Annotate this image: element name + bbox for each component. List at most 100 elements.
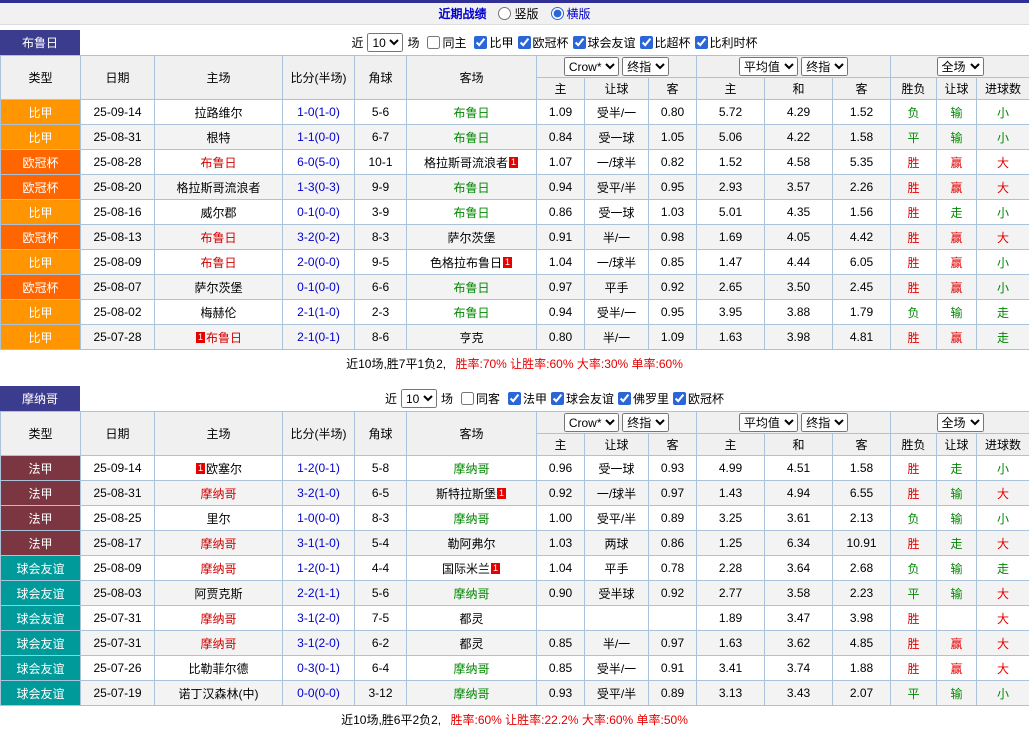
league-filter-checkbox[interactable]	[474, 36, 487, 49]
avg-index-select[interactable]: 终指	[801, 57, 848, 76]
score-halftime: 0-1(0-0)	[283, 275, 355, 300]
league-badge: 球会友谊	[1, 656, 81, 681]
average-select[interactable]: 平均值	[739, 413, 798, 432]
match-row: 比甲25-08-16威尔郡0-1(0-0)3-9布鲁日0.86受一球1.035.…	[1, 200, 1029, 225]
home-team: 根特	[155, 125, 283, 150]
col-avg-away: 客	[833, 434, 891, 456]
score-halftime: 3-2(1-0)	[283, 481, 355, 506]
league-filter[interactable]: 欧冠杯	[669, 390, 724, 407]
handicap-odds-home: 0.90	[537, 581, 585, 606]
bookmaker-select[interactable]: Crow*	[564, 57, 619, 76]
book-index-select[interactable]: 终指	[622, 413, 669, 432]
avg-odds-draw: 3.74	[765, 656, 833, 681]
league-filter[interactable]: 球会友谊	[547, 390, 614, 407]
avg-odds-home: 2.28	[697, 556, 765, 581]
league-filter[interactable]: 比利时杯	[691, 34, 758, 51]
match-date: 25-07-31	[81, 606, 155, 631]
col-odds-away: 客	[649, 78, 697, 100]
col-away: 客场	[407, 412, 537, 456]
league-badge: 比甲	[1, 250, 81, 275]
league-filter-checkbox[interactable]	[508, 392, 521, 405]
layout-horizontal-option[interactable]: 横版	[551, 5, 591, 22]
corner-count: 5-8	[355, 456, 407, 481]
away-team: 布鲁日	[407, 300, 537, 325]
league-filter-checkbox[interactable]	[551, 392, 564, 405]
league-filter[interactable]: 法甲	[504, 390, 547, 407]
vertical-radio[interactable]	[498, 7, 511, 20]
avg-odds-home: 1.63	[697, 325, 765, 350]
handicap-line: 平手	[585, 556, 649, 581]
match-date: 25-09-14	[81, 456, 155, 481]
same-venue-filter[interactable]: 同客	[457, 390, 500, 407]
same-venue-checkbox[interactable]	[461, 392, 474, 405]
avg-odds-away: 3.98	[833, 606, 891, 631]
league-filter-checkbox[interactable]	[695, 36, 708, 49]
score-halftime: 6-0(5-0)	[283, 150, 355, 175]
avg-odds-draw: 4.94	[765, 481, 833, 506]
away-team: 摩纳哥	[407, 656, 537, 681]
col-goals: 进球数	[977, 434, 1029, 456]
handicap-odds-away: 0.98	[649, 225, 697, 250]
goals-outcome: 大	[977, 225, 1029, 250]
league-filter-checkbox[interactable]	[573, 36, 586, 49]
corner-count: 8-6	[355, 325, 407, 350]
match-row: 球会友谊25-07-31摩纳哥3-1(2-0)6-2都灵0.85半/一0.971…	[1, 631, 1029, 656]
book-index-select[interactable]: 终指	[622, 57, 669, 76]
score-halftime: 1-1(0-0)	[283, 125, 355, 150]
match-date: 25-08-25	[81, 506, 155, 531]
handicap-odds-away: 1.09	[649, 325, 697, 350]
col-handicap: 让球	[585, 78, 649, 100]
avg-odds-away: 4.42	[833, 225, 891, 250]
scope-select[interactable]: 全场	[937, 57, 984, 76]
same-venue-filter[interactable]: 同主	[423, 34, 466, 51]
goals-outcome: 走	[977, 300, 1029, 325]
league-filter-checkbox[interactable]	[518, 36, 531, 49]
scope-select[interactable]: 全场	[937, 413, 984, 432]
same-venue-checkbox[interactable]	[427, 36, 440, 49]
league-filter-checkbox[interactable]	[640, 36, 653, 49]
league-filter[interactable]: 佛罗里	[614, 390, 669, 407]
goals-outcome: 大	[977, 606, 1029, 631]
corner-count: 6-2	[355, 631, 407, 656]
league-filter-checkbox[interactable]	[673, 392, 686, 405]
match-date: 25-07-26	[81, 656, 155, 681]
avg-odds-draw: 3.58	[765, 581, 833, 606]
league-badge: 法甲	[1, 506, 81, 531]
handicap-odds-home: 0.96	[537, 456, 585, 481]
handicap-outcome: 走	[937, 456, 977, 481]
red-card-badge: 1	[196, 332, 205, 343]
league-filter[interactable]: 欧冠杯	[514, 34, 569, 51]
col-corner: 角球	[355, 56, 407, 100]
layout-vertical-option[interactable]: 竖版	[498, 5, 538, 22]
match-row: 球会友谊25-08-09摩纳哥1-2(0-1)4-4国际米兰11.04平手0.7…	[1, 556, 1029, 581]
handicap-odds-away: 0.80	[649, 100, 697, 125]
col-handicap-result: 让球	[937, 434, 977, 456]
goals-outcome: 小	[977, 506, 1029, 531]
col-result: 胜负	[891, 78, 937, 100]
match-count-select[interactable]: 10	[367, 33, 403, 52]
match-row: 欧冠杯25-08-28布鲁日6-0(5-0)10-1格拉斯哥流浪者11.07一/…	[1, 150, 1029, 175]
away-team: 摩纳哥	[407, 581, 537, 606]
league-filter-checkbox[interactable]	[618, 392, 631, 405]
match-count-select[interactable]: 10	[401, 389, 437, 408]
horizontal-radio[interactable]	[551, 7, 564, 20]
match-date: 25-09-14	[81, 100, 155, 125]
col-odds-away: 客	[649, 434, 697, 456]
league-filter[interactable]: 球会友谊	[569, 34, 636, 51]
league-filter[interactable]: 比超杯	[636, 34, 691, 51]
match-date: 25-08-03	[81, 581, 155, 606]
league-badge: 球会友谊	[1, 581, 81, 606]
result-outcome: 胜	[891, 631, 937, 656]
avg-odds-draw: 6.34	[765, 531, 833, 556]
bookmaker-header: Crow* 终指	[537, 56, 697, 78]
score-halftime: 0-3(0-1)	[283, 656, 355, 681]
avg-index-select[interactable]: 终指	[801, 413, 848, 432]
handicap-odds-home: 0.85	[537, 656, 585, 681]
league-filter[interactable]: 比甲	[470, 34, 513, 51]
avg-odds-home: 4.99	[697, 456, 765, 481]
average-select[interactable]: 平均值	[739, 57, 798, 76]
bookmaker-select[interactable]: Crow*	[564, 413, 619, 432]
handicap-line: 受半球	[585, 581, 649, 606]
avg-odds-home: 1.69	[697, 225, 765, 250]
result-outcome: 平	[891, 681, 937, 706]
